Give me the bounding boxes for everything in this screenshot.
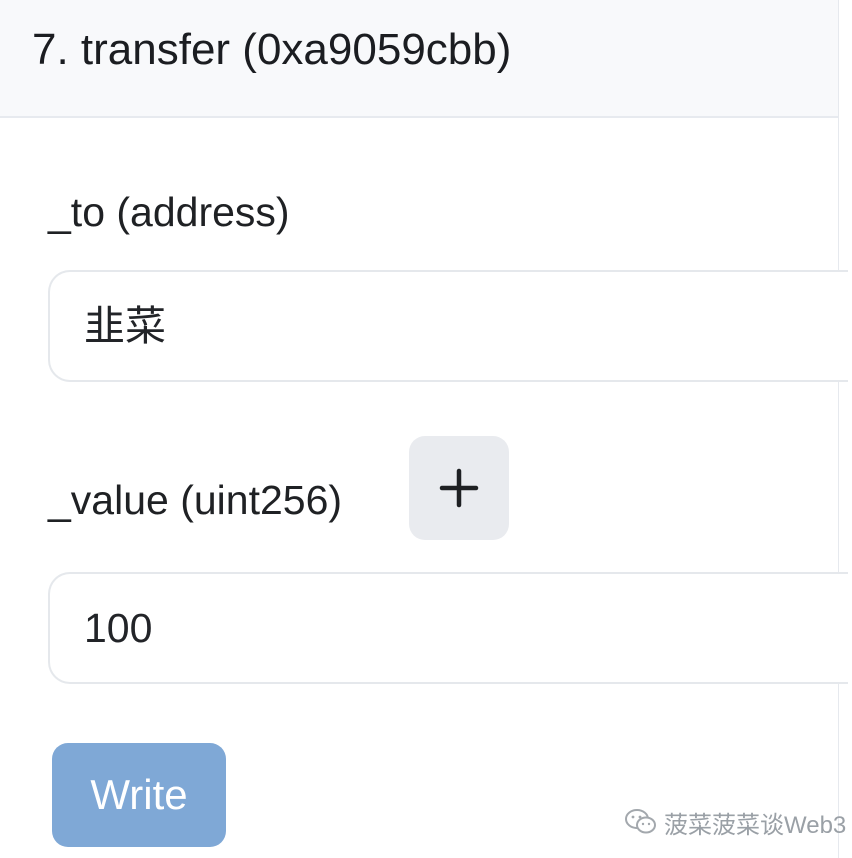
plus-icon (439, 468, 479, 508)
watermark-text: 菠菜菠菜谈Web3 (664, 811, 847, 839)
watermark: 菠菜菠菜谈Web3 (624, 806, 847, 839)
page: 7. transfer (0xa9059cbb) _to (address) 韭… (0, 0, 852, 858)
function-card: 7. transfer (0xa9059cbb) _to (address) 韭… (0, 0, 848, 858)
to-address-value: 韭菜 (84, 303, 166, 349)
function-title: 7. transfer (0xa9059cbb) (32, 25, 512, 74)
value-input[interactable]: 100 (48, 572, 848, 684)
value-input-text: 100 (84, 605, 153, 651)
to-address-label: _to (address) (48, 189, 290, 235)
value-uint256-label: _value (uint256) (48, 477, 343, 523)
function-card-header[interactable]: 7. transfer (0xa9059cbb) (0, 0, 838, 118)
wechat-icon (625, 809, 656, 834)
add-decimals-button[interactable] (409, 436, 509, 540)
write-button[interactable]: Write (52, 743, 226, 847)
to-address-input[interactable]: 韭菜 (48, 270, 848, 382)
